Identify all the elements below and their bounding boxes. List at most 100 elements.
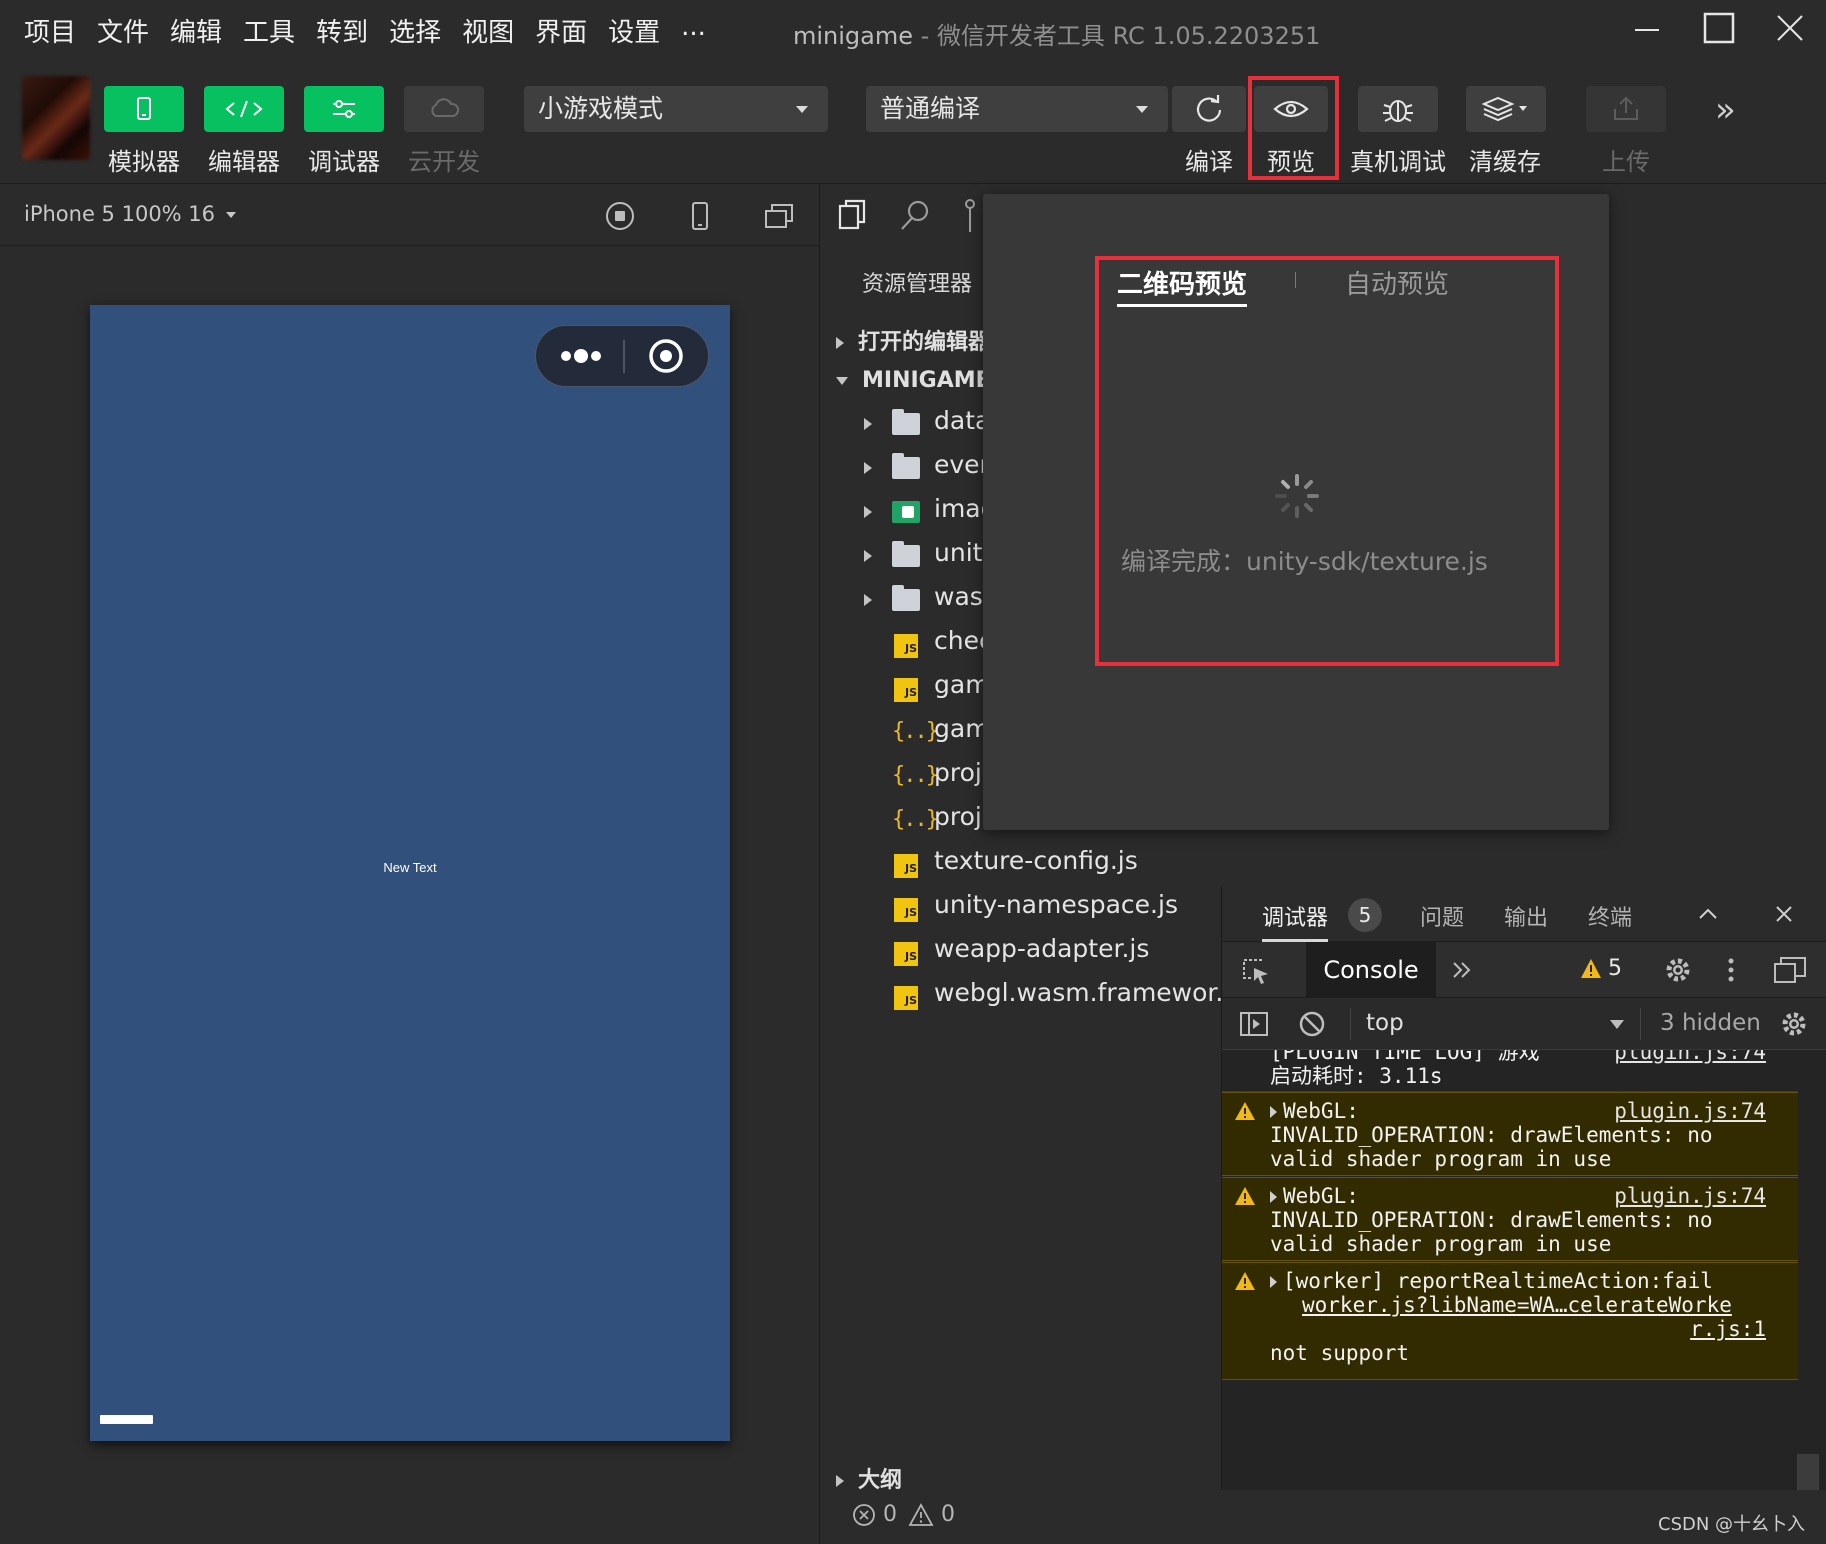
remote-debug-button[interactable] bbox=[1358, 86, 1438, 132]
more-dots-icon[interactable] bbox=[561, 349, 601, 363]
console-settings-gear-icon[interactable] bbox=[1778, 1008, 1810, 1040]
sidebar-toggle-icon[interactable] bbox=[1238, 1008, 1270, 1040]
menu-item-tools[interactable]: 工具 bbox=[243, 12, 295, 49]
log-source-link[interactable]: worker.js?libName=WA…celerateWorke bbox=[1270, 1293, 1798, 1317]
chevron-up-icon[interactable] bbox=[1696, 902, 1720, 926]
js-file-icon: JS bbox=[894, 942, 918, 966]
log-source-link-continued[interactable]: r.js:1 bbox=[1270, 1317, 1798, 1341]
compile-button[interactable] bbox=[1172, 86, 1246, 132]
outline-section[interactable]: 大纲 bbox=[836, 1462, 902, 1494]
cloud-dev-button[interactable] bbox=[404, 86, 484, 132]
menu-item-project[interactable]: 项目 bbox=[24, 12, 76, 49]
json-file-icon: {..} bbox=[892, 719, 939, 744]
scrollbar[interactable] bbox=[1797, 1454, 1819, 1490]
tab-output[interactable]: 输出 bbox=[1504, 900, 1548, 932]
file-tree-item[interactable]: JS unity-namespace.js bbox=[822, 886, 1221, 930]
file-name: data bbox=[934, 406, 991, 435]
mode-select[interactable]: 小游戏模式 bbox=[524, 86, 828, 132]
menu-item-settings[interactable]: 设置 bbox=[608, 12, 660, 49]
log-text: INVALID_OPERATION: drawElements: no bbox=[1270, 1123, 1713, 1147]
search-icon[interactable] bbox=[898, 198, 932, 232]
log-source-link[interactable]: plugin.js:74 bbox=[1614, 1099, 1766, 1123]
maximize-button[interactable] bbox=[1697, 10, 1741, 50]
folder-icon bbox=[892, 409, 920, 435]
record-button[interactable] bbox=[604, 200, 636, 232]
expand-arrow-icon[interactable] bbox=[1270, 1276, 1277, 1288]
devtools-toolbar: Console 5 bbox=[1222, 942, 1826, 998]
device-select[interactable]: iPhone 5 100% 16 bbox=[24, 202, 236, 226]
js-file-icon: JS bbox=[894, 854, 918, 878]
editor-toggle-button[interactable] bbox=[204, 86, 284, 132]
game-text: New Text bbox=[383, 860, 437, 875]
open-editors-section[interactable]: 打开的编辑器 bbox=[836, 324, 990, 356]
hidden-messages-count[interactable]: 3 hidden bbox=[1660, 1010, 1761, 1036]
phone-icon bbox=[137, 97, 151, 120]
settings-gear-icon[interactable] bbox=[1662, 954, 1694, 986]
inspect-element-icon[interactable] bbox=[1240, 956, 1270, 986]
undock-icon[interactable] bbox=[1772, 954, 1808, 986]
file-tree-item[interactable]: JS webgl.wasm.framewor... bbox=[822, 974, 1221, 1018]
game-button[interactable] bbox=[100, 1415, 153, 1424]
kebab-menu-icon[interactable] bbox=[1724, 954, 1738, 986]
detach-window-button[interactable] bbox=[763, 200, 795, 232]
simulator-panel: iPhone 5 100% 16 New Text bbox=[0, 184, 820, 1544]
tab-issues[interactable]: 问题 bbox=[1420, 900, 1464, 932]
menu-item-goto[interactable]: 转到 bbox=[316, 12, 368, 49]
file-name: proj bbox=[934, 758, 982, 787]
sliders-icon bbox=[333, 100, 355, 118]
tab-terminal[interactable]: 终端 bbox=[1588, 900, 1632, 932]
avatar[interactable] bbox=[22, 76, 90, 160]
phone-screen[interactable]: New Text bbox=[90, 305, 730, 1441]
code-icon bbox=[225, 100, 263, 118]
close-icon[interactable] bbox=[1772, 902, 1796, 926]
clear-console-icon[interactable] bbox=[1296, 1008, 1328, 1040]
exit-target-icon[interactable] bbox=[649, 339, 683, 373]
menu-item-edit[interactable]: 编辑 bbox=[170, 12, 222, 49]
tab-auto-preview[interactable]: 自动预览 bbox=[1345, 264, 1449, 301]
image-folder-icon bbox=[892, 501, 920, 523]
simulator-label: 模拟器 bbox=[108, 148, 180, 176]
mini-program-capsule bbox=[535, 325, 709, 387]
compile-mode-select[interactable]: 普通编译 bbox=[866, 86, 1168, 132]
close-icon bbox=[1777, 15, 1803, 41]
minigame-root-section[interactable]: MINIGAME bbox=[836, 368, 991, 393]
capsule-icons bbox=[561, 339, 683, 373]
expand-arrow-icon[interactable] bbox=[1270, 1191, 1277, 1203]
files-icon[interactable] bbox=[836, 198, 870, 232]
close-window-button[interactable] bbox=[1768, 10, 1812, 50]
toolbar-more-button[interactable]: » bbox=[1715, 90, 1736, 130]
file-tree-item[interactable]: JS weapp-adapter.js bbox=[822, 930, 1221, 974]
tab-debugger[interactable]: 调试器 bbox=[1262, 900, 1328, 932]
chevron-down-icon[interactable] bbox=[1610, 1020, 1624, 1029]
menu-item-more[interactable]: ... bbox=[681, 12, 706, 49]
simulator-toggle-button[interactable] bbox=[104, 86, 184, 132]
clear-cache-button[interactable] bbox=[1466, 86, 1546, 132]
file-tree-item[interactable]: JS texture-config.js bbox=[822, 842, 1221, 886]
log-text: not support bbox=[1270, 1341, 1410, 1365]
execution-context-select[interactable]: top bbox=[1366, 1010, 1404, 1036]
log-source-link[interactable]: plugin.js:74 bbox=[1614, 1050, 1766, 1064]
warning-count-badge[interactable]: 5 bbox=[1608, 956, 1622, 981]
preview-highlight-box bbox=[1248, 76, 1339, 180]
debugger-panel: 调试器 5 问题 输出 终端 Console 5 top 3 hidden [P… bbox=[1221, 886, 1826, 1490]
device-rotate-button[interactable] bbox=[684, 200, 716, 232]
menu-item-select[interactable]: 选择 bbox=[389, 12, 441, 49]
chevron-right-icon bbox=[864, 462, 872, 474]
explorer-title: 资源管理器 bbox=[862, 272, 973, 297]
file-name: gam bbox=[934, 714, 990, 743]
log-source-link[interactable]: plugin.js:74 bbox=[1614, 1184, 1766, 1208]
refresh-icon bbox=[1196, 95, 1222, 122]
debugger-toggle-button[interactable] bbox=[304, 86, 384, 132]
menu-item-file[interactable]: 文件 bbox=[97, 12, 149, 49]
debugger-tabs: 调试器 5 问题 输出 终端 bbox=[1222, 886, 1826, 942]
upload-button[interactable] bbox=[1586, 86, 1666, 132]
console-tab[interactable]: Console bbox=[1306, 942, 1436, 998]
problems-status[interactable]: 0 0 bbox=[852, 1502, 955, 1527]
minimize-button[interactable] bbox=[1625, 10, 1669, 50]
source-control-icon[interactable] bbox=[960, 198, 980, 232]
menu-item-view[interactable]: 视图 bbox=[462, 12, 514, 49]
tab-qr-preview[interactable]: 二维码预览 bbox=[1117, 264, 1247, 301]
expand-arrow-icon[interactable] bbox=[1270, 1106, 1277, 1118]
menu-item-interface[interactable]: 界面 bbox=[535, 12, 587, 49]
more-tabs-icon[interactable] bbox=[1450, 958, 1474, 982]
